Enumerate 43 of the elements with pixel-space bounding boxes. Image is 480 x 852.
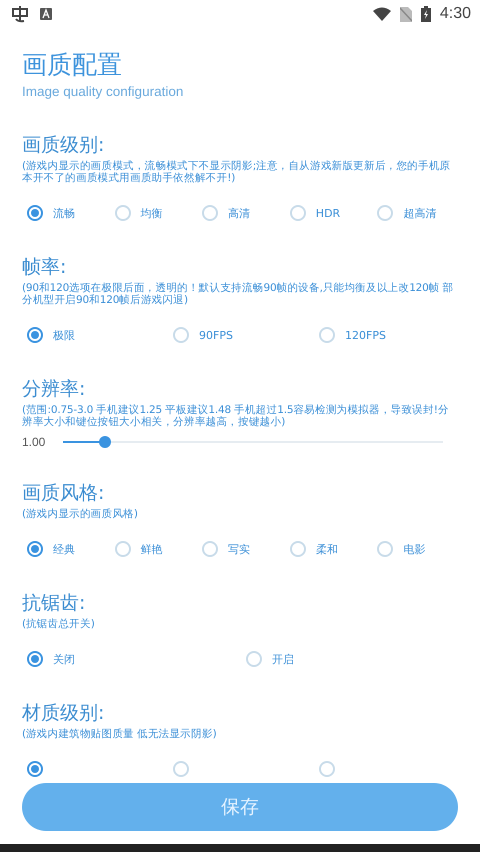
- slider-value: 1.00: [22, 435, 46, 449]
- option-label[interactable]: 超高清: [403, 206, 436, 220]
- option-label[interactable]: 电影: [403, 542, 426, 556]
- section-description: (游戏内显示的画质模式，流畅模式下不显示阴影;注意，自从游戏新版更新后，您的手机原本开不了的画质模式用画质助手依然解不开!): [22, 160, 452, 184]
- page-title: 画质配置: [22, 49, 123, 81]
- option-label[interactable]: 极限: [53, 328, 75, 342]
- keyboard-icon: [40, 8, 52, 20]
- radio-button[interactable]: [27, 327, 43, 343]
- no-sim-icon: [400, 6, 412, 22]
- section-description: (抗锯齿总开关): [22, 618, 96, 630]
- option-label[interactable]: 90FPS: [199, 328, 233, 342]
- notification-icon: [10, 5, 30, 23]
- section-heading: 画质风格:: [22, 481, 106, 506]
- option-label[interactable]: 鲜艳: [140, 542, 163, 556]
- radio-button[interactable]: [27, 651, 43, 667]
- option-label[interactable]: 经典: [53, 542, 75, 556]
- section-heading: 材质级别:: [22, 701, 106, 726]
- option-label[interactable]: 均衡: [140, 206, 163, 220]
- wifi-icon: [372, 7, 391, 21]
- option-label[interactable]: 开启: [272, 652, 294, 666]
- section-description: (范围:0.75-3.0 手机建议1.25 平板建议1.48 手机超过1.5容易检测为模拟器，导致误封!分辨率大小和键位按钮大小相关，分辨率越高，按键越小): [22, 404, 450, 428]
- option-label[interactable]: 关闭: [53, 652, 75, 666]
- option-label[interactable]: HDR: [316, 206, 340, 220]
- option-label[interactable]: 写实: [228, 542, 250, 556]
- section-description: (游戏内显示的画质风格): [22, 508, 139, 520]
- save-button[interactable]: 保存: [22, 783, 458, 831]
- radio-button[interactable]: [27, 541, 43, 557]
- section-heading: 分辨率:: [22, 377, 86, 402]
- page-subtitle: Image quality configuration: [22, 83, 184, 101]
- battery-charging-icon: [420, 6, 431, 22]
- option-label[interactable]: 流畅: [53, 206, 75, 220]
- section-description: (90和120选项在极限后面，透明的！默认支持流畅90帧的设备,只能均衡及以上改120帧 部分机型开启90和120帧后游戏闪退): [22, 282, 454, 306]
- section-description: (游戏内建筑物贴图质量 低无法显示阴影): [22, 728, 218, 740]
- section-heading: 抗锯齿:: [22, 591, 86, 616]
- section-heading: 帧率:: [22, 255, 68, 280]
- option-label[interactable]: 高清: [228, 206, 250, 220]
- clock-time: 4:30: [440, 5, 471, 23]
- slider-thumb[interactable]: [99, 436, 112, 448]
- radio-button[interactable]: [27, 205, 43, 221]
- option-label[interactable]: 120FPS: [345, 328, 386, 342]
- radio-button[interactable]: [27, 761, 43, 777]
- option-label[interactable]: 柔和: [316, 542, 338, 556]
- section-heading: 画质级别:: [22, 133, 106, 158]
